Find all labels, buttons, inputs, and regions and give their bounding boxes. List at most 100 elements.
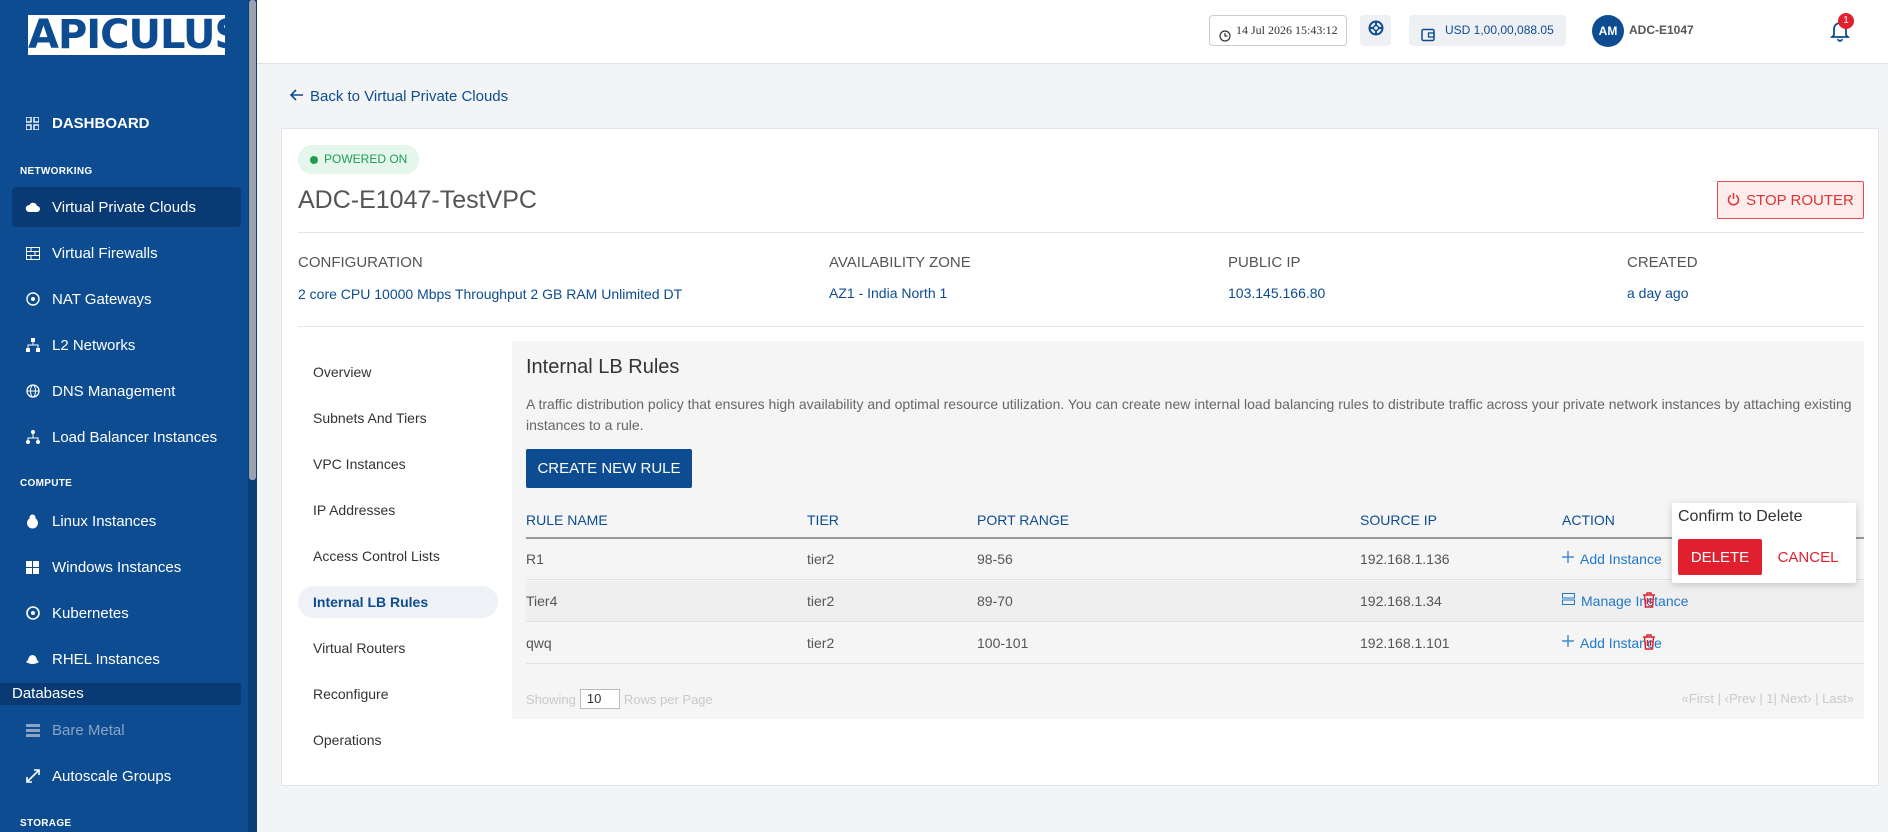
rule-name-cell: qwq <box>526 635 552 651</box>
sidebar-item-linux-instances[interactable]: Linux Instances <box>12 501 241 541</box>
username[interactable]: ADC-E1047 <box>1629 23 1694 37</box>
rows-per-page-label: Rows per Page <box>623 691 713 707</box>
back-link-label: Back to Virtual Private Clouds <box>310 88 509 105</box>
table-row: Tier4 tier2 89-70 192.168.1.34 Manage In… <box>526 581 1864 622</box>
cancel-button[interactable]: CANCEL <box>1770 539 1846 575</box>
balance-text: USD 1,00,00,088.05 <box>1445 23 1554 37</box>
sidebar-item-label: Autoscale Groups <box>52 767 172 785</box>
section-storage: STORAGE <box>20 818 72 829</box>
source-ip-cell: 192.168.1.34 <box>1360 593 1442 609</box>
sidebar-scroll-thumb[interactable] <box>249 0 256 480</box>
created-value: a day ago <box>1627 285 1689 301</box>
source-ip-cell: 192.168.1.101 <box>1360 635 1450 651</box>
firewall-icon <box>25 246 40 261</box>
port-range-cell: 89-70 <box>977 593 1013 609</box>
trash-icon[interactable] <box>1642 592 1658 610</box>
sidebar-item-nat-gateways[interactable]: NAT Gateways <box>12 279 241 319</box>
divider <box>298 326 1864 327</box>
trash-icon[interactable] <box>1642 634 1658 652</box>
subnav-subnets-and-tiers[interactable]: Subnets And Tiers <box>298 402 498 434</box>
tier-cell: tier2 <box>807 593 835 609</box>
back-link[interactable]: Back to Virtual Private Clouds <box>289 88 509 105</box>
subnav-operations[interactable]: Operations <box>298 724 498 756</box>
rows-per-page-input[interactable]: 10 <box>579 689 620 709</box>
dashboard-icon <box>25 116 40 131</box>
stop-router-button[interactable]: STOP ROUTER <box>1717 181 1864 219</box>
zone-label: AVAILABILITY ZONE <box>829 254 971 271</box>
load-balancer-icon <box>25 430 40 445</box>
sidebar-item-label: Kubernetes <box>52 604 129 622</box>
subnav-access-control-lists[interactable]: Access Control Lists <box>298 540 498 572</box>
section-compute: COMPUTE <box>20 478 73 489</box>
notification-badge: 1 <box>1838 13 1854 29</box>
page-title: ADC-E1047-TestVPC <box>298 186 537 214</box>
sidebar-item-l2-networks[interactable]: L2 Networks <box>12 325 241 365</box>
delete-button[interactable]: DELETE <box>1678 539 1762 575</box>
lifebuoy-icon <box>1368 20 1384 41</box>
subnav-ip-addresses[interactable]: IP Addresses <box>298 494 498 526</box>
showing-label: Showing <box>526 691 576 707</box>
port-range-cell: 100-101 <box>977 635 1029 651</box>
panel-description: A traffic distribution policy that ensur… <box>526 396 1852 433</box>
subnav-reconfigure[interactable]: Reconfigure <box>298 678 498 710</box>
stop-router-label: STOP ROUTER <box>1746 191 1854 209</box>
source-ip-cell: 192.168.1.136 <box>1360 551 1450 567</box>
tier-cell: tier2 <box>807 551 835 567</box>
datetime-display: 14 Jul 2026 15:43:12 <box>1209 15 1347 46</box>
rule-name-cell: R1 <box>526 551 544 567</box>
section-networking: NETWORKING <box>20 166 93 177</box>
pagination[interactable]: «First | ‹Prev | 1| Next› | Last» <box>1682 691 1854 706</box>
column-header-tier: TIER <box>807 512 839 528</box>
create-new-rule-button[interactable]: CREATE NEW RULE <box>526 449 692 488</box>
zone-value: AZ1 - India North 1 <box>829 285 948 301</box>
sidebar: APICULUS DASHBOARD NETWORKING Virtual Pr… <box>0 0 257 832</box>
sidebar-item-load-balancer-instances[interactable]: Load Balancer Instances <box>12 417 241 457</box>
confirm-title: Confirm to Delete <box>1678 508 1803 525</box>
arrow-left-icon <box>289 88 304 105</box>
windows-icon <box>25 560 40 575</box>
sidebar-item-label: RHEL Instances <box>52 650 160 668</box>
sidebar-item-virtual-private-clouds[interactable]: Virtual Private Clouds <box>12 187 241 227</box>
plus-icon <box>1562 550 1574 567</box>
vpc-detail-card: POWERED ON ADC-E1047-TestVPC STOP ROUTER… <box>281 128 1879 786</box>
add-instance-label: Add Instance <box>1580 550 1662 567</box>
sidebar-item-virtual-firewalls[interactable]: Virtual Firewalls <box>12 233 241 273</box>
add-instance-link[interactable]: Add Instance <box>1562 550 1662 567</box>
status-text: POWERED ON <box>324 152 408 166</box>
sidebar-item-databases[interactable]: Databases <box>0 683 241 705</box>
sidebar-item-dashboard[interactable]: DASHBOARD <box>12 103 241 143</box>
sidebar-item-kubernetes[interactable]: Kubernetes <box>12 593 241 633</box>
datetime-text: 14 Jul 2026 15:43:12 <box>1236 23 1338 37</box>
app-logo[interactable]: APICULUS <box>28 15 225 55</box>
avatar[interactable]: AM <box>1592 15 1624 47</box>
server-icon <box>25 723 40 738</box>
balance-button[interactable]: USD 1,00,00,088.05 <box>1409 15 1566 46</box>
column-header-action: ACTION <box>1562 512 1615 528</box>
internal-lb-rules-panel: Internal LB Rules A traffic distribution… <box>512 341 1864 719</box>
wallet-icon <box>1421 23 1435 54</box>
port-range-cell: 98-56 <box>977 551 1013 567</box>
rows-per-page: Showing 10 Rows per Page <box>526 689 713 709</box>
sidebar-item-bare-metal[interactable]: Bare Metal <box>12 710 241 750</box>
kubernetes-icon <box>25 606 40 621</box>
sidebar-item-rhel-instances[interactable]: RHEL Instances <box>12 639 241 679</box>
config-value: 2 core CPU 10000 Mbps Throughput 2 GB RA… <box>298 286 683 302</box>
table-row: qwq tier2 100-101 192.168.1.101 Add Inst… <box>526 623 1864 664</box>
subnav-internal-lb-rules[interactable]: Internal LB Rules <box>298 586 498 618</box>
manage-instance-link[interactable]: Manage Instance <box>1562 592 1688 609</box>
rule-name-cell: Tier4 <box>526 593 558 609</box>
sidebar-item-dns-management[interactable]: DNS Management <box>12 371 241 411</box>
subnav-vpc-instances[interactable]: VPC Instances <box>298 448 498 480</box>
sidebar-item-label: DASHBOARD <box>52 114 150 132</box>
subnav-virtual-routers[interactable]: Virtual Routers <box>298 632 498 664</box>
sidebar-item-label: DNS Management <box>52 382 176 400</box>
help-button[interactable] <box>1360 15 1391 46</box>
sidebar-item-windows-instances[interactable]: Windows Instances <box>12 547 241 587</box>
globe-icon <box>25 384 40 399</box>
network-icon <box>25 338 40 353</box>
sidebar-item-autoscale-groups[interactable]: Autoscale Groups <box>12 756 241 796</box>
subnav-overview[interactable]: Overview <box>298 356 498 388</box>
sidebar-item-label: Bare Metal <box>52 721 125 739</box>
sidebar-scrollbar[interactable] <box>248 0 257 832</box>
panel-title: Internal LB Rules <box>526 356 680 378</box>
